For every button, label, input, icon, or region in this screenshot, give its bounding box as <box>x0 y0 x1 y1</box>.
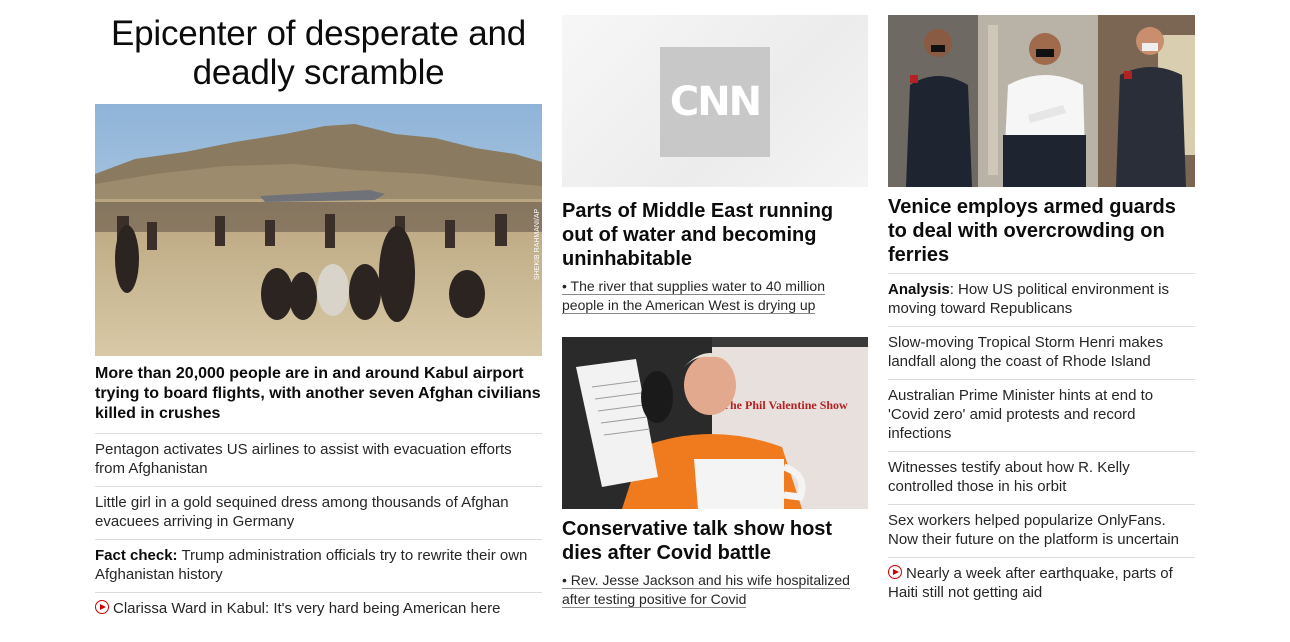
list-item[interactable]: Analysis: How US political environment i… <box>888 273 1195 326</box>
cnn-placeholder-image[interactable]: CNN <box>562 15 868 187</box>
more-stories-list: Analysis: How US political environment i… <box>888 273 1195 610</box>
talk-show-host-image: The Phil Valentine Show <box>562 337 868 509</box>
top-story-column: Epicenter of desperate and deadly scramb… <box>95 0 542 626</box>
list-item[interactable]: Clarissa Ward in Kabul: It's very hard b… <box>95 592 542 626</box>
top-story-lead[interactable]: More than 20,000 people are in and aroun… <box>95 364 542 424</box>
list-item[interactable]: Nearly a week after earthquake, parts of… <box>888 557 1195 610</box>
list-item[interactable]: Sex workers helped popularize OnlyFans. … <box>888 504 1195 557</box>
list-item[interactable]: Fact check: Trump administration officia… <box>95 539 542 592</box>
story-subhead[interactable]: • The river that supplies water to 40 mi… <box>562 277 868 315</box>
cnn-logo: CNN <box>660 47 770 157</box>
talk-show-host-photo[interactable]: The Phil Valentine Show <box>562 337 868 509</box>
kabul-airport-image: SHEKIB RAHMANI/AP <box>95 104 542 356</box>
video-play-icon <box>888 565 902 579</box>
related-stories-list: Pentagon activates US airlines to assist… <box>95 433 542 626</box>
story-title[interactable]: Venice employs armed guards to deal with… <box>888 195 1195 267</box>
middle-column: CNN Parts of Middle East running out of … <box>562 0 868 609</box>
list-item[interactable]: Slow-moving Tropical Storm Henri makes l… <box>888 326 1195 379</box>
right-column: Venice employs armed guards to deal with… <box>888 0 1195 610</box>
photo-credit: SHEKIB RAHMANI/AP <box>534 208 541 280</box>
story-subhead[interactable]: • Rev. Jesse Jackson and his wife hospit… <box>562 571 868 609</box>
list-item[interactable]: Little girl in a gold sequined dress amo… <box>95 486 542 539</box>
story-title[interactable]: Conservative talk show host dies after C… <box>562 517 868 565</box>
story-title[interactable]: Parts of Middle East running out of wate… <box>562 199 868 271</box>
video-play-icon <box>95 600 109 614</box>
venice-guards-photo[interactable] <box>888 15 1195 187</box>
venice-guards-image <box>888 15 1195 187</box>
kabul-airport-photo[interactable]: SHEKIB RAHMANI/AP <box>95 104 542 356</box>
list-item[interactable]: Pentagon activates US airlines to assist… <box>95 433 542 486</box>
top-story-headline[interactable]: Epicenter of desperate and deadly scramb… <box>95 14 542 92</box>
show-sign: The Phil Valentine Show <box>722 398 848 412</box>
list-item[interactable]: Australian Prime Minister hints at end t… <box>888 379 1195 451</box>
list-item[interactable]: Witnesses testify about how R. Kelly con… <box>888 451 1195 504</box>
